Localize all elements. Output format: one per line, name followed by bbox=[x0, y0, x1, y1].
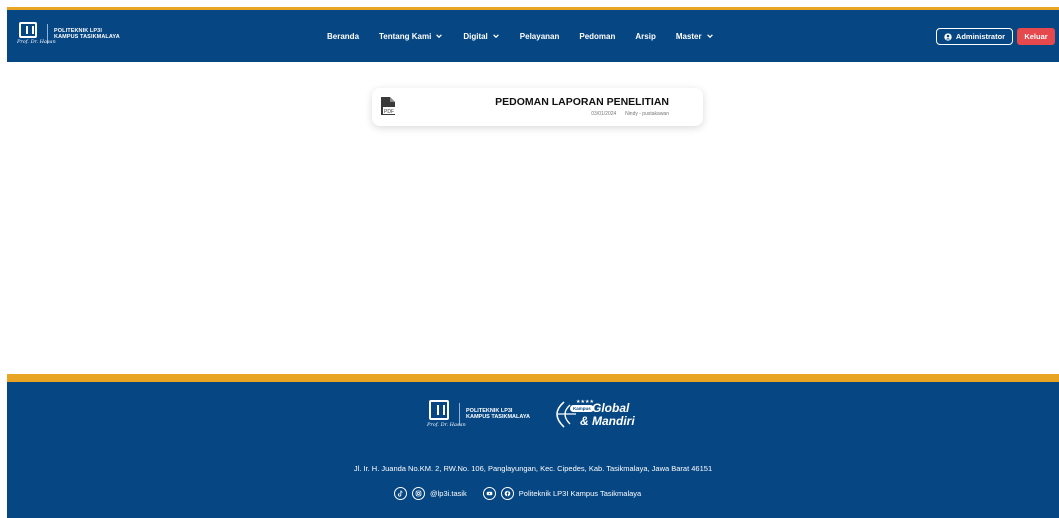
footer-address: Jl. Ir. H. Juanda No.KM. 2, RW.No. 106, … bbox=[353, 464, 713, 473]
campaign-mandiri: & Mandiri bbox=[579, 414, 635, 428]
nav-item-label: Master bbox=[675, 31, 702, 41]
page: Prof. Dr. Hasan POLITEKNIK LP3I KAMPUS T… bbox=[0, 0, 1059, 518]
footer-logos: Prof. Dr. Hasan POLITEKNIK LP3I KAMPUS T… bbox=[427, 397, 636, 431]
nav-item-label: Pelayanan bbox=[519, 31, 560, 41]
tiktok-icon[interactable] bbox=[394, 487, 407, 500]
lp3i-logo-icon: Prof. Dr. Hasan bbox=[427, 397, 466, 431]
footer-logo-signature: Prof. Dr. Hasan bbox=[427, 422, 466, 428]
footer-accent-bar bbox=[7, 374, 1059, 382]
chevron-down-icon bbox=[492, 34, 499, 39]
facebook-name[interactable]: Politeknik LP3I Kampus Tasikmalaya bbox=[519, 489, 641, 498]
header: Prof. Dr. Hasan POLITEKNIK LP3I KAMPUS T… bbox=[7, 10, 1059, 62]
chevron-down-icon bbox=[706, 34, 713, 39]
lp3i-logo-icon: Prof. Dr. Hasan bbox=[17, 20, 56, 48]
brand[interactable]: Prof. Dr. Hasan POLITEKNIK LP3I KAMPUS T… bbox=[17, 20, 120, 48]
document-author: Nindy - pustakawan bbox=[625, 111, 669, 117]
nav-item-label: Pedoman bbox=[579, 31, 616, 41]
document-title: PEDOMAN LAPORAN PENELITIAN bbox=[495, 96, 669, 108]
main-nav: Beranda Tentang Kami Digital Pelayanan P… bbox=[327, 10, 714, 62]
pdf-icon-label: PDF bbox=[384, 109, 394, 115]
instagram-handle[interactable]: @lp3i.tasik bbox=[430, 489, 467, 498]
nav-item-beranda[interactable]: Beranda bbox=[327, 32, 359, 41]
youtube-icon[interactable] bbox=[482, 487, 496, 500]
footer-brand: Prof. Dr. Hasan POLITEKNIK LP3I KAMPUS T… bbox=[427, 397, 530, 431]
nav-item-pelayanan[interactable]: Pelayanan bbox=[520, 32, 560, 41]
footer-brand-line-2: KAMPUS TASIKMALAYA bbox=[466, 414, 530, 420]
footer: Prof. Dr. Hasan POLITEKNIK LP3I KAMPUS T… bbox=[7, 382, 1059, 518]
nav-item-label: Digital bbox=[463, 31, 488, 41]
chevron-down-icon bbox=[436, 34, 443, 39]
nav-item-label: Tentang Kami bbox=[379, 31, 432, 41]
logout-button[interactable]: Keluar bbox=[1017, 28, 1055, 45]
global-mandiri-logo: ★★★★ Kampus Global & Mandiri bbox=[546, 397, 636, 431]
campaign-global: Global bbox=[591, 401, 630, 415]
document-date: 03/01/2024 bbox=[591, 111, 617, 117]
nav-item-tentang-kami[interactable]: Tentang Kami bbox=[379, 32, 443, 41]
nav-item-master[interactable]: Master bbox=[676, 32, 714, 41]
nav-item-label: Beranda bbox=[327, 31, 360, 41]
facebook-icon[interactable] bbox=[500, 487, 514, 500]
campaign-badge: Kampus bbox=[569, 405, 594, 412]
instagram-icon[interactable] bbox=[412, 487, 425, 500]
nav-item-pedoman[interactable]: Pedoman bbox=[579, 32, 615, 41]
administrator-button[interactable]: Administrator bbox=[936, 28, 1013, 45]
footer-brand-text: POLITEKNIK LP3I KAMPUS TASIKMALAYA bbox=[466, 408, 530, 420]
footer-social: @lp3i.tasik Politeknik LP3I Kampus Tasik… bbox=[394, 487, 641, 500]
brand-line-2: KAMPUS TASIKMALAYA bbox=[54, 34, 120, 40]
document-card[interactable]: PDF PEDOMAN LAPORAN PENELITIAN 03/01/202… bbox=[372, 88, 703, 126]
administrator-label: Administrator bbox=[955, 32, 1006, 41]
brand-text: POLITEKNIK LP3I KAMPUS TASIKMALAYA bbox=[54, 28, 120, 40]
nav-item-label: Arsip bbox=[635, 31, 656, 41]
user-circle-icon bbox=[944, 32, 952, 41]
nav-item-arsip[interactable]: Arsip bbox=[635, 32, 655, 41]
logo-signature: Prof. Dr. Hasan bbox=[17, 39, 56, 45]
nav-item-digital[interactable]: Digital bbox=[463, 32, 499, 41]
document-meta: 03/01/2024 Nindy - pustakawan bbox=[591, 111, 669, 117]
pdf-file-icon: PDF bbox=[381, 97, 395, 115]
